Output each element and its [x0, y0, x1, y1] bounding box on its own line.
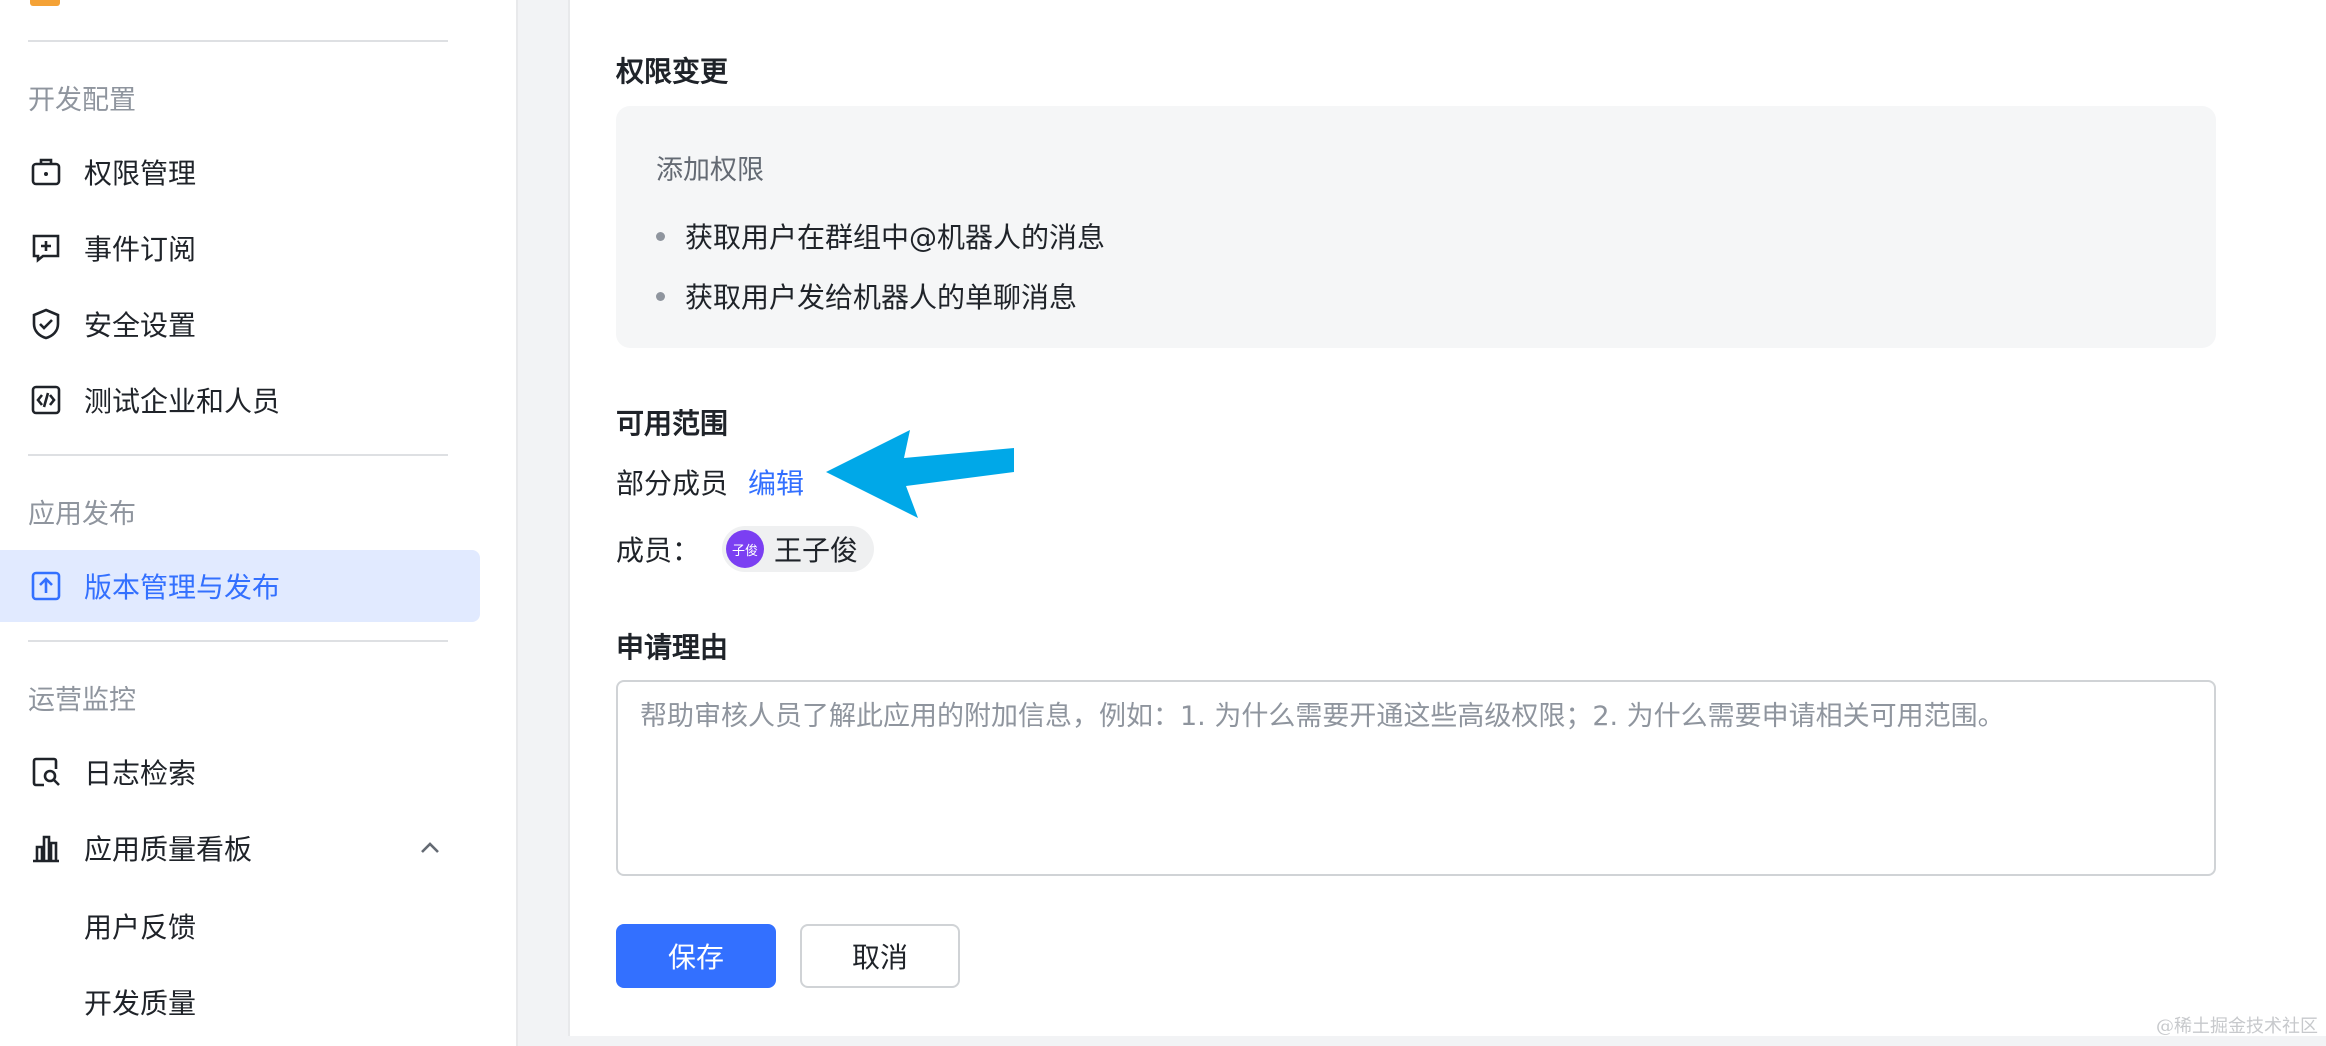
- list-item: 获取用户在群组中@机器人的消息: [656, 206, 1105, 266]
- code-box-icon: [28, 382, 64, 418]
- app-icon: [30, 0, 60, 6]
- reason-textarea[interactable]: [616, 680, 2216, 876]
- bar-chart-icon: [28, 830, 64, 866]
- bullet-icon: [656, 291, 665, 301]
- scope-value-row: 部分成员 编辑: [616, 462, 804, 502]
- sidebar-subitem-dev-quality[interactable]: 开发质量: [84, 982, 196, 1022]
- sidebar-divider: [28, 454, 448, 456]
- sidebar-divider: [28, 640, 448, 642]
- sidebar-item-label: 应用质量看板: [84, 833, 253, 866]
- sidebar-item-label: 安全设置: [84, 309, 197, 342]
- sidebar-item-event-subscribe[interactable]: 事件订阅: [0, 212, 480, 284]
- permission-list: 获取用户在群组中@机器人的消息 获取用户发给机器人的单聊消息: [656, 206, 1105, 326]
- list-item: 获取用户发给机器人的单聊消息: [656, 266, 1105, 326]
- member-chip[interactable]: 子俊 王子俊: [722, 526, 875, 572]
- sidebar-item-label: 权限管理: [84, 157, 197, 190]
- members-row: 成员： 子俊 王子俊: [616, 526, 875, 572]
- avatar: 子俊: [726, 530, 765, 568]
- sidebar-item-version-release[interactable]: 版本管理与发布: [0, 550, 480, 622]
- sidebar-item-quality-board[interactable]: 应用质量看板: [0, 812, 480, 884]
- section-title-ops-monitor: 运营监控: [28, 685, 136, 716]
- sidebar: 开发配置 权限管理 事件订阅 安全设置 测试企业和人员 应用发布 版本管理与发布…: [0, 0, 518, 1046]
- log-search-icon: [28, 754, 64, 790]
- sidebar-item-log-search[interactable]: 日志检索: [0, 736, 480, 808]
- chevron-up-icon[interactable]: [416, 834, 444, 862]
- sidebar-item-security[interactable]: 安全设置: [0, 288, 480, 360]
- shield-check-icon: [28, 306, 64, 342]
- permission-change-title: 权限变更: [616, 55, 729, 88]
- briefcase-icon: [28, 154, 64, 190]
- save-button[interactable]: 保存: [616, 924, 776, 988]
- sidebar-divider: [28, 40, 448, 42]
- sidebar-item-label: 测试企业和人员: [84, 385, 281, 418]
- permission-change-box: 添加权限 获取用户在群组中@机器人的消息 获取用户发给机器人的单聊消息: [616, 106, 2216, 348]
- members-label: 成员：: [616, 534, 701, 567]
- section-title-dev-config: 开发配置: [28, 85, 136, 116]
- sidebar-item-label: 事件订阅: [84, 233, 197, 266]
- bullet-icon: [656, 231, 665, 241]
- watermark: @稀土掘金技术社区: [2156, 1016, 2318, 1037]
- scope-title: 可用范围: [616, 407, 729, 440]
- event-subscribe-icon: [28, 230, 64, 266]
- section-title-app-release: 应用发布: [28, 499, 136, 530]
- member-name: 王子俊: [774, 534, 859, 567]
- sidebar-item-label: 版本管理与发布: [84, 571, 281, 604]
- sidebar-item-label: 日志检索: [84, 757, 197, 790]
- sidebar-item-permissions[interactable]: 权限管理: [0, 136, 480, 208]
- upload-box-icon: [28, 568, 64, 604]
- cancel-button[interactable]: 取消: [800, 924, 960, 988]
- reason-title: 申请理由: [616, 631, 729, 664]
- sidebar-item-test-org[interactable]: 测试企业和人员: [0, 364, 480, 436]
- edit-scope-link[interactable]: 编辑: [748, 462, 804, 502]
- add-permission-subtitle: 添加权限: [656, 155, 764, 186]
- scope-value: 部分成员: [616, 467, 729, 500]
- sidebar-subitem-user-feedback[interactable]: 用户反馈: [84, 906, 196, 946]
